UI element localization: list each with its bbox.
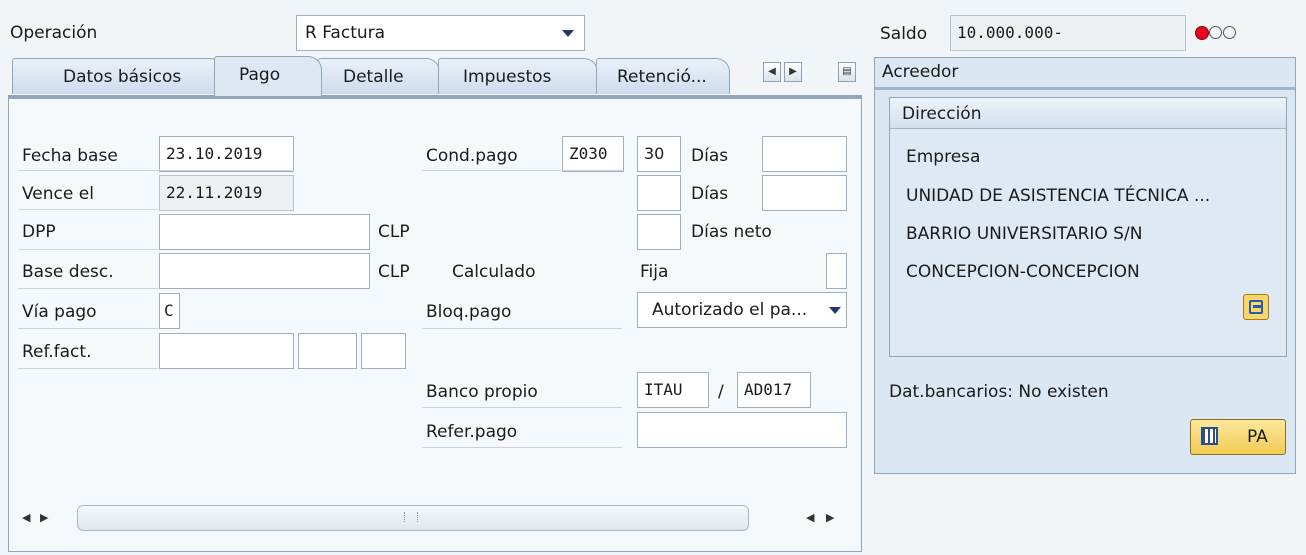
dat-bancarios-text: Dat.bancarios: No existen bbox=[889, 382, 1109, 402]
dias2-percent-field[interactable] bbox=[762, 175, 847, 211]
row-divider bbox=[422, 407, 622, 408]
calculado-label: Calculado bbox=[452, 262, 536, 282]
ref-fact-field-2[interactable] bbox=[298, 333, 357, 369]
acreedor-title: Acreedor bbox=[882, 62, 959, 82]
bloq-pago-select[interactable]: Autorizado el pa... bbox=[637, 292, 847, 328]
via-pago-field[interactable]: C bbox=[159, 293, 180, 329]
base-desc-label: Base desc. bbox=[22, 262, 114, 282]
row-divider bbox=[422, 328, 622, 329]
dias2-field[interactable] bbox=[637, 175, 681, 211]
ref-fact-field-3[interactable] bbox=[361, 333, 406, 369]
fecha-base-label: Fecha base bbox=[22, 146, 118, 166]
banco-propio-label: Banco propio bbox=[426, 382, 538, 402]
operacion-select-value: R Factura bbox=[305, 23, 386, 43]
saldo-label: Saldo bbox=[880, 24, 928, 44]
scroll-right-end-icon[interactable]: ▶ bbox=[826, 511, 834, 524]
row-divider bbox=[18, 368, 158, 369]
pa-button[interactable]: PA bbox=[1190, 419, 1286, 455]
row-divider bbox=[422, 447, 622, 448]
operacion-label: Operación bbox=[10, 23, 98, 43]
fija-label: Fija bbox=[640, 262, 669, 282]
saldo-field[interactable]: 10.000.000- bbox=[950, 15, 1186, 51]
tab-pago[interactable]: Pago bbox=[214, 56, 322, 96]
operacion-select[interactable]: R Factura bbox=[296, 15, 585, 51]
address-line: BARRIO UNIVERSITARIO S/N bbox=[906, 224, 1143, 244]
dpp-field[interactable] bbox=[159, 214, 370, 250]
row-divider bbox=[18, 328, 158, 329]
dias2-label: Días bbox=[691, 184, 729, 204]
address-line: Empresa bbox=[906, 147, 981, 167]
base-desc-field[interactable] bbox=[159, 253, 370, 289]
row-divider bbox=[18, 170, 294, 171]
vence-label: Vence el bbox=[22, 184, 94, 204]
banco-account-field[interactable]: AD017 bbox=[737, 372, 811, 408]
bloq-pago-value: Autorizado el pa... bbox=[652, 300, 808, 320]
pa-button-label: PA bbox=[1247, 427, 1268, 447]
ref-fact-label: Ref.fact. bbox=[22, 342, 92, 362]
dpp-label: DPP bbox=[22, 222, 56, 242]
tab-detalle[interactable]: Detalle bbox=[318, 58, 440, 94]
tab-list-icon[interactable]: ▤ bbox=[838, 62, 856, 82]
status-lights-icon bbox=[1195, 25, 1245, 41]
row-divider bbox=[18, 288, 158, 289]
tab-scroll-left-icon[interactable]: ◀ bbox=[763, 62, 781, 82]
address-edit-icon[interactable] bbox=[1243, 294, 1269, 320]
tab-impuestos[interactable]: Impuestos bbox=[438, 58, 598, 94]
refer-pago-field[interactable] bbox=[637, 412, 847, 448]
scroll-left-icon[interactable]: ◀ bbox=[22, 511, 30, 524]
row-divider bbox=[18, 209, 158, 210]
dpp-currency: CLP bbox=[378, 222, 410, 242]
table-icon bbox=[1201, 427, 1218, 445]
via-pago-label: Vía pago bbox=[22, 302, 97, 322]
acreedor-divider bbox=[875, 87, 1295, 90]
dias-neto-field[interactable] bbox=[637, 214, 681, 250]
tab-scroll-right-icon[interactable]: ▶ bbox=[784, 62, 802, 82]
cond-pago-code-field[interactable]: Z030 bbox=[562, 136, 624, 172]
horizontal-scrollbar[interactable] bbox=[77, 505, 749, 531]
cond-pago-days-field[interactable]: 30 bbox=[637, 136, 681, 172]
dias-neto-label: Días neto bbox=[691, 222, 772, 242]
scroll-left-end-icon[interactable]: ◀ bbox=[806, 511, 814, 524]
direccion-title: Dirección bbox=[902, 104, 982, 124]
fija-checkbox[interactable] bbox=[826, 253, 847, 289]
row-divider bbox=[422, 170, 622, 171]
tab-retencion[interactable]: Retenció... bbox=[596, 58, 730, 94]
dias1-percent-field[interactable] bbox=[762, 136, 847, 172]
scroll-grip-icon bbox=[404, 512, 418, 522]
vence-field[interactable]: 22.11.2019 bbox=[159, 175, 294, 211]
chevron-down-icon bbox=[829, 307, 841, 314]
banco-separator: / bbox=[718, 382, 724, 402]
bloq-pago-label: Bloq.pago bbox=[426, 302, 512, 322]
base-desc-currency: CLP bbox=[378, 262, 410, 282]
scroll-right-icon[interactable]: ▶ bbox=[40, 511, 48, 524]
ref-fact-field-1[interactable] bbox=[159, 333, 294, 369]
banco-field[interactable]: ITAU bbox=[637, 372, 709, 408]
fecha-base-field[interactable]: 23.10.2019 bbox=[159, 136, 294, 172]
dias1-label: Días bbox=[691, 146, 729, 166]
address-line: UNIDAD DE ASISTENCIA TÉCNICA ... bbox=[906, 186, 1211, 206]
refer-pago-label: Refer.pago bbox=[426, 422, 518, 442]
chevron-down-icon bbox=[562, 30, 574, 37]
address-line: CONCEPCION-CONCEPCION bbox=[906, 262, 1140, 282]
tab-datos-basicos[interactable]: Datos básicos bbox=[12, 58, 224, 94]
row-divider bbox=[18, 249, 158, 250]
cond-pago-label: Cond.pago bbox=[426, 146, 518, 166]
